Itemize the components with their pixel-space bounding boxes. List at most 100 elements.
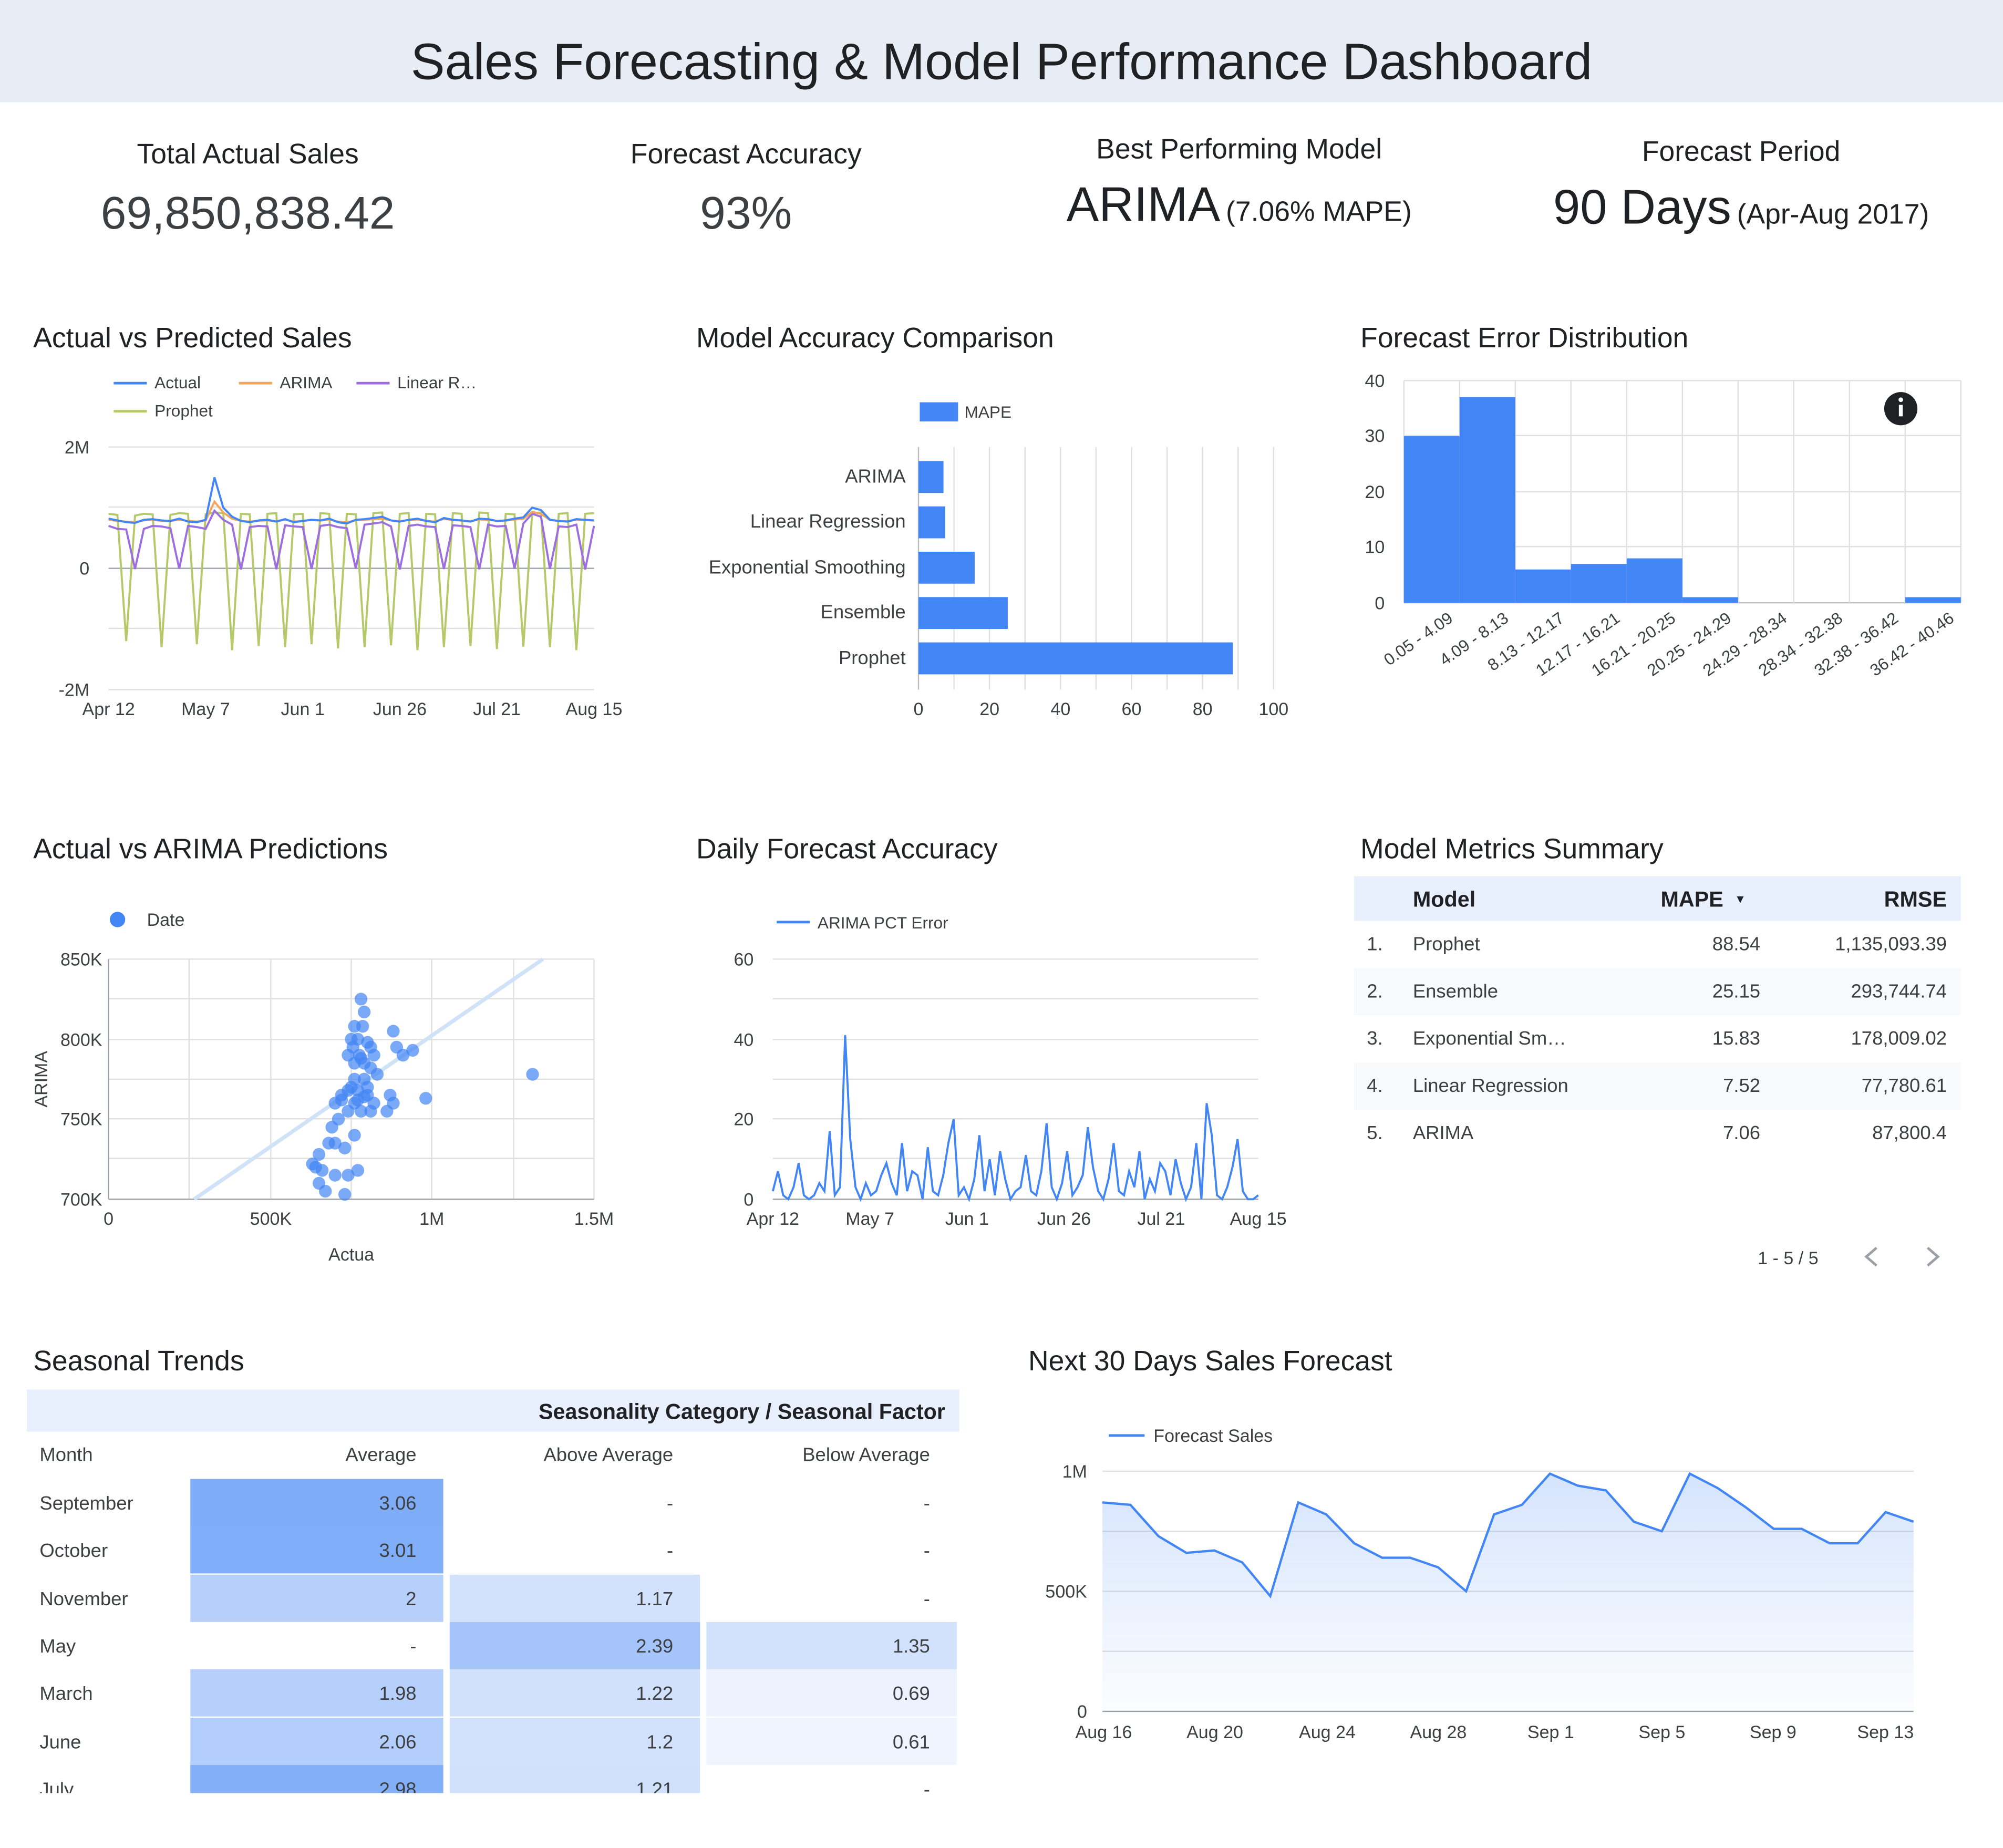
cell-model: Ensemble — [1412, 980, 1498, 1003]
chart-title-actual-vs-predicted: Actual vs Predicted Sales — [33, 322, 352, 354]
plot-area — [108, 477, 595, 651]
chart-error-distribution: 40 30 20 10 0 0.05 - 4.094.09 - 8.138.13… — [1365, 371, 1961, 680]
scatter-point — [345, 1033, 358, 1046]
table-row[interactable]: 5. ARIMA 7.06 87,800.4 — [1354, 1110, 1961, 1158]
scatter-point — [406, 1044, 419, 1057]
table-header: Model MAPE ▼ RMSE — [1354, 876, 1961, 921]
scatter-point — [357, 1005, 371, 1019]
cell-rmse: 87,800.4 — [1872, 1122, 1947, 1144]
legend-label-arima-pct-error: ARIMA PCT Error — [818, 913, 948, 932]
y-tick-label: 30 — [1365, 426, 1385, 446]
y-tick-label: 850K — [60, 949, 102, 969]
cell-mape: 7.06 — [1723, 1122, 1761, 1144]
histogram-bar — [1682, 597, 1738, 603]
scatter-point — [380, 1104, 394, 1118]
kpi-sub: (Apr-Aug 2017) — [1737, 198, 1929, 230]
bar-ensemble — [918, 597, 1008, 629]
kpi-forecast-period: Forecast Period 90 Days (Apr-Aug 2017) — [1511, 136, 1971, 236]
x-tick-label: May 7 — [181, 699, 230, 719]
kpi-value: ARIMA — [1066, 179, 1221, 233]
scatter-point — [387, 1025, 400, 1038]
cell-mape: 15.83 — [1712, 1028, 1761, 1050]
next-page-icon[interactable] — [1920, 1244, 1946, 1269]
x-tick-label: 80 — [1193, 699, 1213, 719]
cell-rmse: 77,780.61 — [1861, 1075, 1947, 1097]
cell-average: 3.01 — [379, 1540, 417, 1563]
category-label: Linear Regression — [750, 510, 906, 532]
x-tick-label: Jul 21 — [1137, 1209, 1185, 1229]
column-header-rmse[interactable]: RMSE — [1884, 887, 1947, 913]
column-header-below-average[interactable]: Below Average — [802, 1444, 930, 1466]
scatter-point — [332, 1112, 345, 1126]
chart-actual-vs-predicted: Actual ARIMA Linear R… Prophet 2M 0 -2M … — [59, 373, 623, 719]
chart-title-next-30-days: Next 30 Days Sales Forecast — [1028, 1345, 1392, 1377]
table-row[interactable]: March 1.98 1.22 0.69 — [27, 1669, 959, 1717]
cell-model: ARIMA — [1412, 1122, 1474, 1144]
legend-marker — [110, 912, 126, 927]
table-row[interactable]: 4. Linear Regression 7.52 77,780.61 — [1354, 1062, 1961, 1110]
x-tick-label: Jun 26 — [1037, 1209, 1091, 1229]
category-label: Prophet — [839, 647, 906, 668]
table-row[interactable]: September 3.06 - - — [27, 1479, 959, 1526]
cell-average: - — [410, 1636, 417, 1658]
table-row[interactable]: May - 2.39 1.35 — [27, 1622, 959, 1669]
x-tick-label: Jun 1 — [281, 699, 325, 719]
x-tick-label: 0 — [104, 1209, 113, 1229]
info-icon[interactable] — [1884, 392, 1918, 426]
scatter-point — [338, 1141, 352, 1154]
x-tick-label: Apr 12 — [82, 699, 135, 719]
y-tick-label: 20 — [1365, 482, 1385, 502]
plot-area — [918, 461, 1233, 675]
bar-linear-regression — [918, 506, 945, 539]
x-tick-label: Aug 16 — [1076, 1722, 1132, 1742]
cell-above-average: - — [667, 1540, 674, 1563]
y-tick-label: 750K — [60, 1109, 102, 1129]
table-row[interactable]: 3. Exponential Sm… 15.83 178,009.02 — [1354, 1015, 1961, 1063]
legend-label-prophet: Prophet — [154, 401, 213, 420]
column-header-above-average[interactable]: Above Average — [543, 1444, 673, 1466]
y-tick-label: 1M — [1062, 1462, 1087, 1482]
cell-above-average: 1.21 — [636, 1779, 674, 1793]
cell-model: Exponential Sm… — [1412, 1028, 1566, 1050]
column-header-mape[interactable]: MAPE ▼ — [1660, 887, 1746, 913]
chart-model-accuracy: MAPE ARIMA Linear Regression Exponential… — [709, 402, 1288, 719]
table-row[interactable]: June 2.06 1.2 0.61 — [27, 1717, 959, 1764]
legend-label-forecast-sales: Forecast Sales — [1153, 1426, 1273, 1446]
table-row[interactable]: November 2 1.17 - — [27, 1574, 959, 1622]
legend-label-linear: Linear R… — [397, 373, 477, 392]
histogram-bar — [1905, 597, 1961, 603]
scatter-point — [357, 1072, 371, 1086]
column-header-month[interactable]: Month — [39, 1444, 92, 1466]
table-row[interactable]: 2. Ensemble 25.15 293,744.74 — [1354, 968, 1961, 1016]
cell-month: May — [39, 1636, 76, 1658]
x-tick-label: 1.5M — [574, 1209, 614, 1229]
kpi-total-sales: Total Actual Sales 69,850,838.42 — [44, 138, 452, 240]
group-header-label: Seasonality Category / Seasonal Factor — [538, 1399, 946, 1424]
series-line-actual — [108, 477, 594, 525]
column-header-model[interactable]: Model — [1413, 887, 1475, 913]
x-tick-label: Aug 20 — [1186, 1722, 1243, 1742]
table-row[interactable]: July 2.98 1.21 - — [27, 1764, 959, 1793]
scatter-point — [338, 1188, 352, 1201]
cell-rmse: 293,744.74 — [1851, 980, 1947, 1003]
scatter-point — [364, 1061, 377, 1075]
y-tick-label: 0 — [744, 1190, 753, 1210]
x-axis-title: Actua — [328, 1245, 374, 1265]
prev-page-icon[interactable] — [1859, 1244, 1884, 1269]
kpi-label: Forecast Accuracy — [630, 138, 862, 170]
cell-above-average: 1.22 — [636, 1683, 674, 1706]
series-line-arima-pct-error — [771, 1035, 1259, 1203]
x-tick-label: May 7 — [845, 1209, 894, 1229]
dashboard-header: Sales Forecasting & Model Performance Da… — [0, 0, 2003, 102]
column-header-average[interactable]: Average — [345, 1444, 416, 1466]
table-row[interactable]: October 3.01 - - — [27, 1526, 959, 1574]
cell-model: Linear Regression — [1412, 1075, 1568, 1097]
row-rank: 5. — [1367, 1122, 1383, 1144]
cell-model: Prophet — [1412, 933, 1480, 956]
category-label: ARIMA — [845, 466, 906, 487]
cell-below-average: 0.61 — [892, 1731, 930, 1753]
x-tick-label: Aug 24 — [1299, 1722, 1356, 1742]
cell-rmse: 178,009.02 — [1851, 1028, 1947, 1050]
kpi-value-row: ARIMA (7.06% MAPE) — [1009, 179, 1469, 234]
table-row[interactable]: 1. Prophet 88.54 1,135,093.39 — [1354, 921, 1961, 968]
